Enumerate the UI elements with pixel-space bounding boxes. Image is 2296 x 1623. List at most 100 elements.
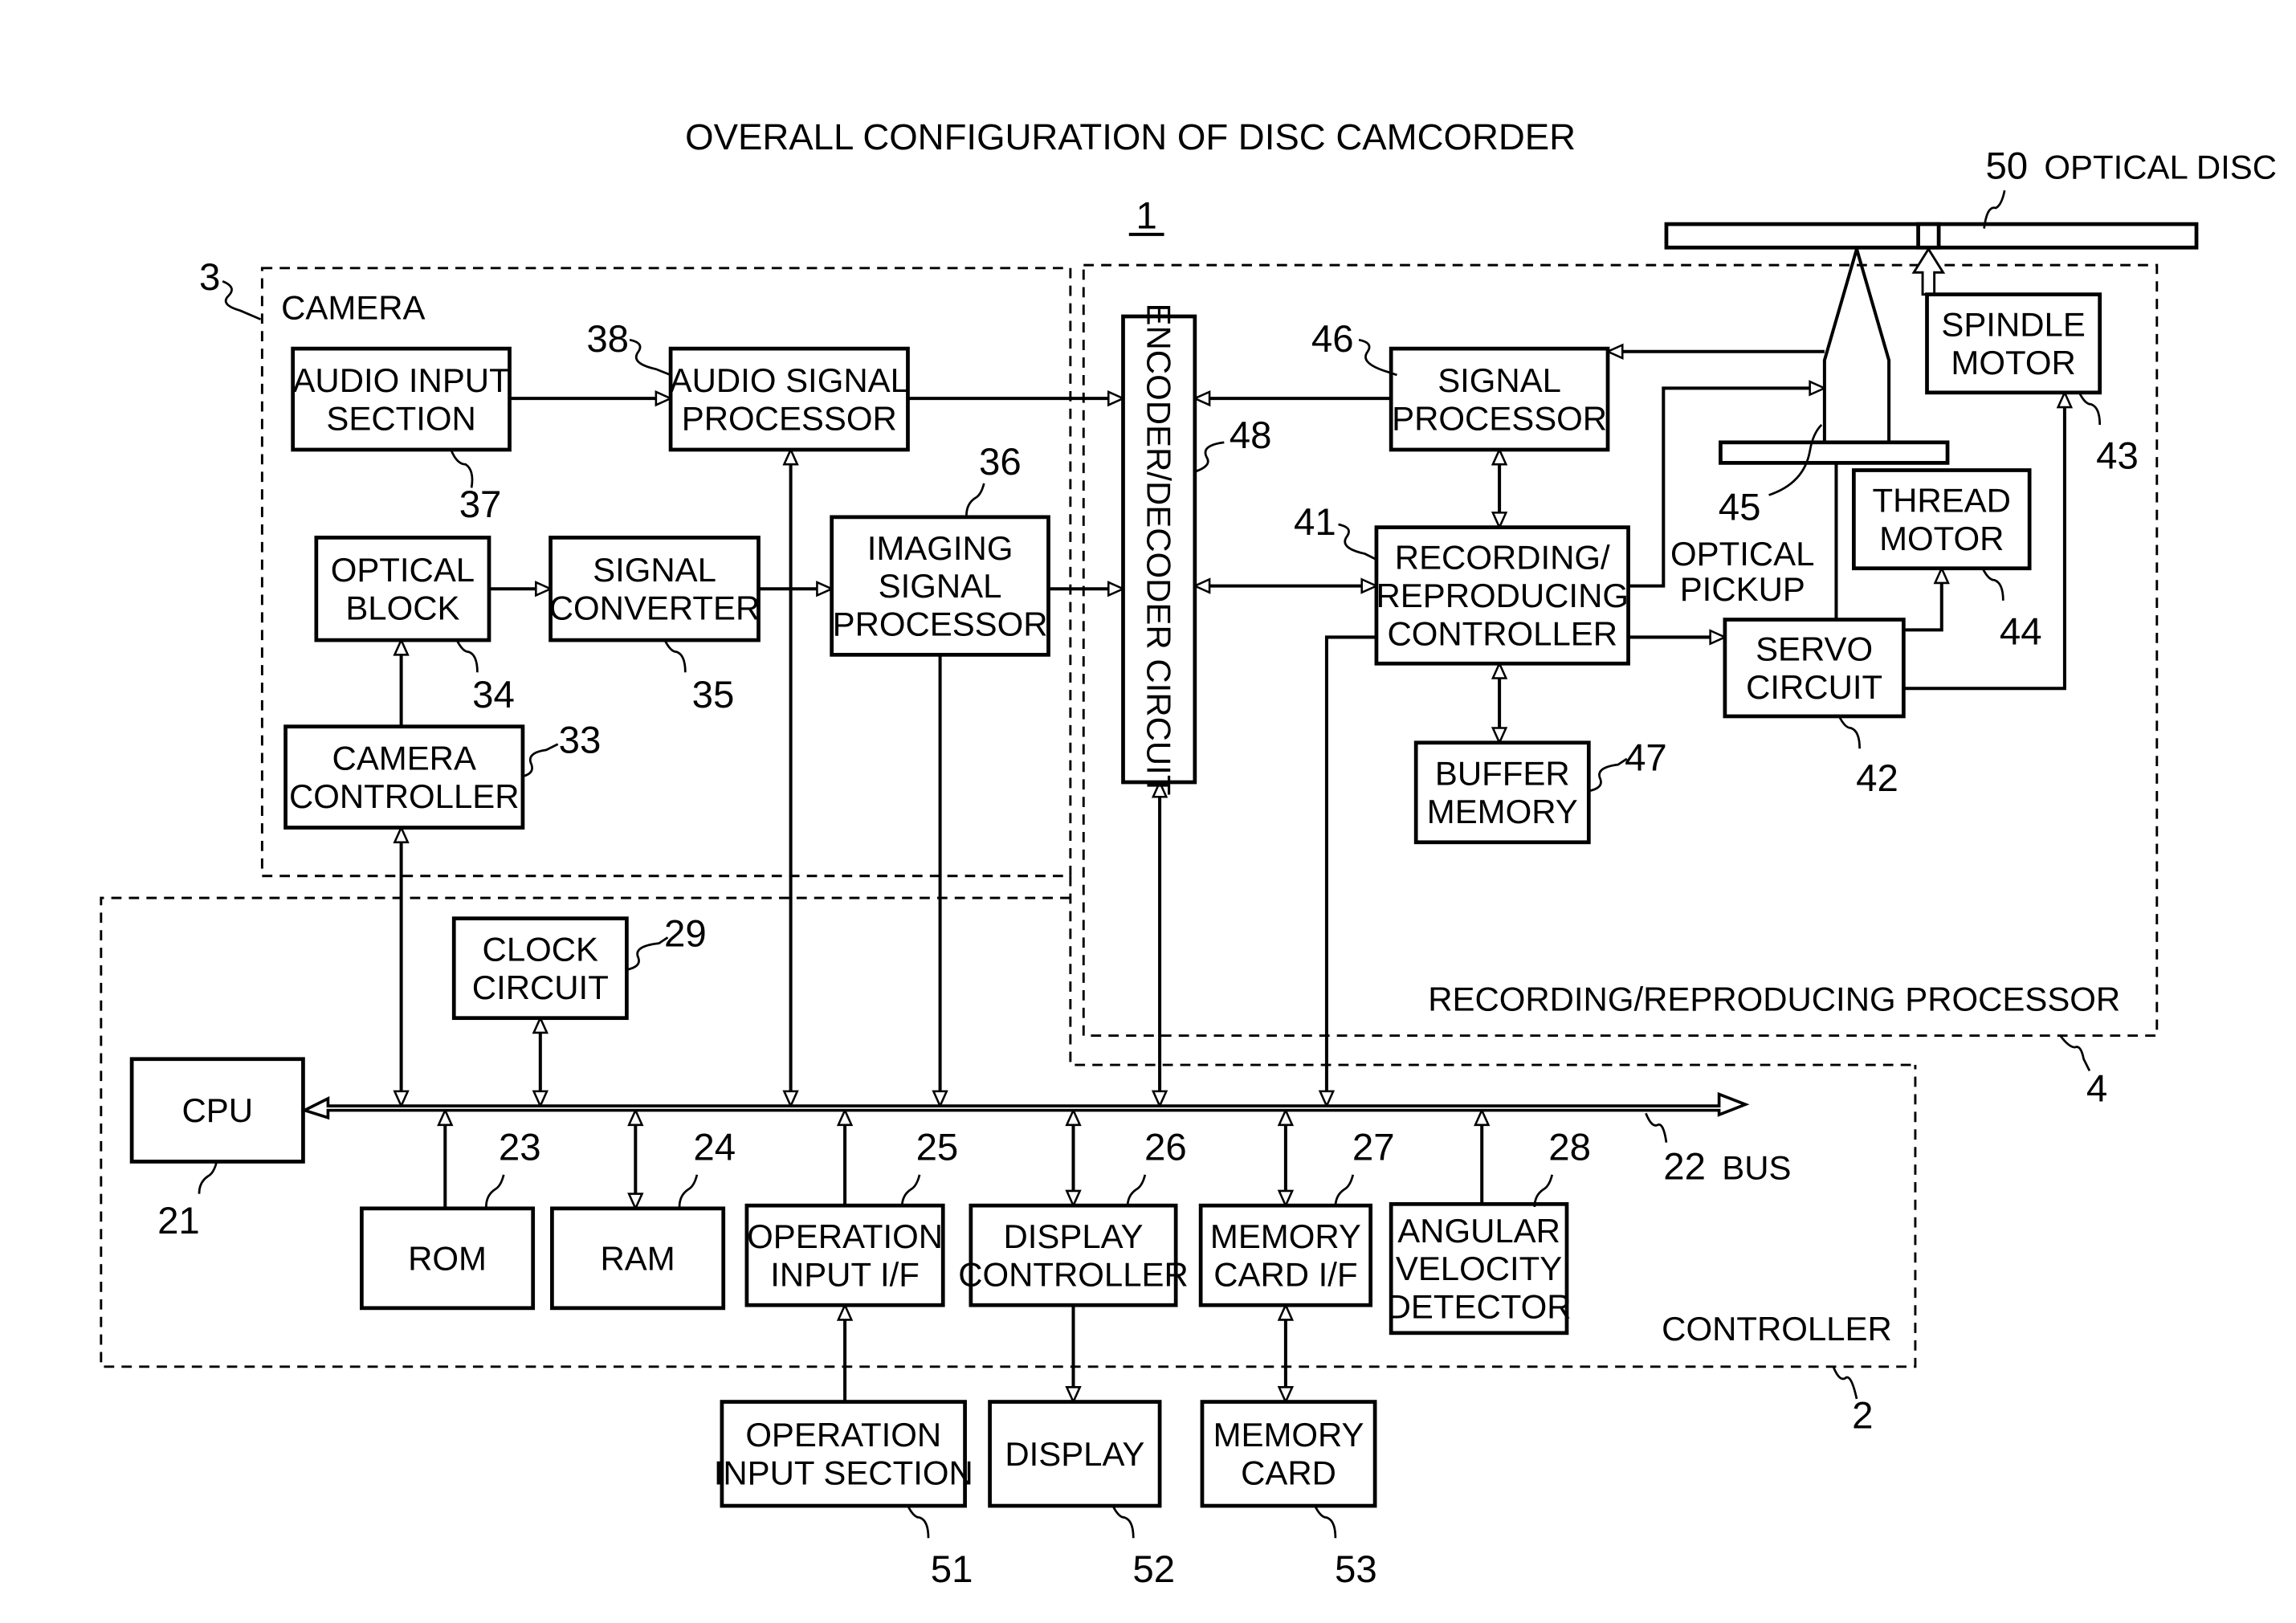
display-controller-ref: 26 [1144, 1127, 1187, 1169]
imaging-signal-label-3: PROCESSOR [833, 606, 1048, 643]
signal-converter-ref: 35 [692, 674, 735, 716]
memory-card-if-label-1: MEMORY [1210, 1217, 1361, 1255]
optical-disc: 50 OPTICAL DISC [1664, 145, 2277, 250]
servo-circuit-leader [1837, 716, 1862, 749]
servo-circuit-block: SERVOCIRCUIT 42 [1723, 618, 1906, 800]
pickup-label-2: PICKUP [1680, 570, 1805, 608]
audio-input-ref: 37 [459, 483, 502, 526]
angular-velocity-ref: 28 [1548, 1127, 1591, 1169]
bus-label: BUS [1722, 1148, 1791, 1186]
operation-input-if-leader [900, 1174, 921, 1208]
servo-circuit-ref: 42 [1856, 757, 1898, 800]
memory-card-label-1: MEMORY [1213, 1416, 1364, 1454]
signal-processor-block: SIGNALPROCESSOR 46 [1311, 318, 1610, 452]
rec-rep-controller-label-3: CONTROLLER [1387, 614, 1617, 652]
spindle-to-disc-arrow [1911, 247, 1946, 296]
rom-block: ROM 23 [359, 1127, 541, 1311]
imaging-signal-label-1: IMAGING [867, 529, 1013, 567]
audio-input-leader [450, 449, 474, 488]
operation-input-section-ref: 51 [931, 1548, 973, 1591]
pickup-sled [1719, 440, 1950, 465]
pickup-beam [1822, 248, 1891, 442]
display-leader [1111, 1505, 1135, 1539]
signal-processor-label-2: PROCESSOR [1392, 399, 1607, 437]
signal-converter-leader [663, 639, 687, 673]
cpu-leader [198, 1161, 218, 1194]
operation-input-if-label-2: INPUT I/F [770, 1255, 920, 1293]
buffer-memory-label-2: MEMORY [1427, 793, 1578, 830]
signal-processor-label-1: SIGNAL [1438, 361, 1561, 399]
signal-converter-label-1: SIGNAL [593, 551, 716, 589]
optical-block-block: OPTICALBLOCK 34 [314, 536, 515, 716]
operation-input-section-label-1: OPERATION [745, 1416, 941, 1454]
thread-motor-ref: 44 [2000, 611, 2042, 654]
memory-card-if-block: MEMORYCARD I/F 27 [1198, 1127, 1395, 1307]
angular-velocity-label-1: ANGULAR [1397, 1212, 1560, 1250]
camera-group-label: CAMERA [281, 289, 425, 327]
operation-input-section-leader [907, 1505, 930, 1539]
audio-signal-leader [629, 338, 671, 377]
bus-arrow [300, 1091, 1750, 1120]
audio-input-label-2: SECTION [326, 399, 475, 437]
clock-circuit-leader [626, 936, 669, 971]
thread-motor-label-2: MOTOR [1879, 520, 2004, 557]
rec-rep-controller-block: RECORDING/REPRODUCINGCONTROLLER 41 [1294, 501, 1630, 666]
encoder-decoder-ref: 48 [1230, 414, 1272, 457]
memory-card-label-2: CARD [1241, 1454, 1336, 1492]
camera-controller-label-1: CAMERA [332, 740, 476, 777]
rec-rep-controller-leader [1338, 523, 1377, 561]
spindle-motor-label-2: MOTOR [1951, 344, 2075, 381]
rec-rep-controller-label-1: RECORDING/ [1395, 539, 1610, 577]
servo-circuit-label-2: CIRCUIT [1746, 668, 1882, 706]
recorder-leader [2059, 1034, 2091, 1071]
display-controller-leader [1126, 1174, 1147, 1208]
optical-block-label-1: OPTICAL [331, 551, 475, 589]
servo-to-thread-motor [1903, 569, 1941, 632]
imaging-signal-block: IMAGINGSIGNALPROCESSOR 36 [830, 441, 1050, 657]
operation-input-if-ref: 25 [916, 1127, 959, 1169]
diagram-title: OVERALL CONFIGURATION OF DISC CAMCORDER [685, 116, 1576, 157]
buffer-memory-leader [1588, 757, 1628, 793]
camera-group-ref: 3 [199, 256, 220, 299]
memory-card-if-label-2: CARD I/F [1213, 1255, 1357, 1293]
angular-velocity-label-2: VELOCITY [1396, 1250, 1562, 1287]
display-ref: 52 [1132, 1548, 1175, 1591]
encoder-decoder-block: ENCODER/DECODER CIRCUIT 48 [1121, 304, 1272, 796]
controller-group: CONTROLLER 2 [100, 896, 1917, 1437]
clock-circuit-label-2: CIRCUIT [472, 968, 609, 1006]
camera-leader [222, 279, 262, 320]
angular-velocity-block: ANGULARVELOCITYDETECTOR 28 [1387, 1127, 1591, 1336]
signal-converter-block: SIGNALCONVERTER 35 [549, 536, 761, 716]
audio-signal-label-2: PROCESSOR [682, 399, 897, 437]
display-controller-label-2: CONTROLLER [958, 1255, 1189, 1293]
cpu-ref: 21 [157, 1200, 200, 1242]
imaging-signal-ref: 36 [979, 441, 1022, 483]
imaging-signal-leader [965, 483, 985, 516]
memory-card-leader [1314, 1505, 1337, 1539]
pickup-ref: 45 [1719, 487, 1761, 529]
ram-label-1: RAM [600, 1239, 675, 1277]
camera-controller-block: CAMERACONTROLLER 33 [283, 720, 601, 830]
encoder-decoder-leader [1194, 441, 1225, 473]
cpu-block: CPU 21 [129, 1057, 305, 1242]
disc-label: OPTICAL DISC [2044, 149, 2277, 186]
pickup-label-1: OPTICAL [1670, 535, 1814, 573]
encoder-decoder-label: ENCODER/DECODER CIRCUIT [1140, 304, 1178, 796]
clock-circuit-ref: 29 [664, 912, 707, 955]
bus-leader [1645, 1112, 1668, 1143]
memory-card-if-ref: 27 [1352, 1127, 1395, 1169]
optical-block-label-2: BLOCK [345, 589, 459, 627]
audio-signal-label-1: AUDIO SIGNAL [670, 361, 909, 399]
camera-controller-leader [522, 743, 559, 778]
rec-controller-to-bus [1327, 635, 1376, 1106]
signal-converter-label-2: CONVERTER [549, 589, 760, 627]
ram-ref: 24 [693, 1127, 736, 1169]
imaging-signal-label-2: SIGNAL [879, 567, 1002, 605]
operation-input-if-label-1: OPERATION [747, 1217, 943, 1255]
thread-motor-label-1: THREAD [1873, 481, 2011, 519]
cpu-label-1: CPU [182, 1091, 254, 1129]
optical-block-leader [455, 639, 479, 673]
rec-rep-controller-ref: 41 [1294, 501, 1336, 544]
audio-input-label-1: AUDIO INPUT [292, 361, 509, 399]
buffer-memory-label-1: BUFFER [1435, 755, 1570, 793]
